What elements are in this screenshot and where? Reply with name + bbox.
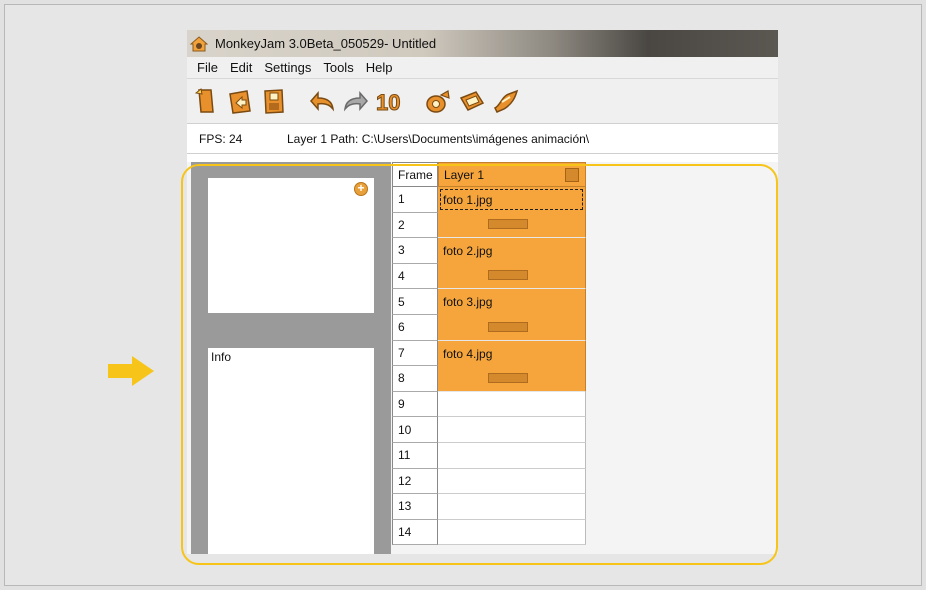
menu-edit[interactable]: Edit: [224, 60, 258, 75]
camera-capture-icon: [426, 90, 450, 113]
highlight-outline: [181, 164, 778, 565]
window-title: MonkeyJam 3.0Beta_050529- Untitled: [215, 36, 437, 51]
undo-button[interactable]: [307, 86, 337, 116]
fps-label: FPS: 24: [199, 131, 243, 146]
menu-file[interactable]: File: [191, 60, 224, 75]
menu-help[interactable]: Help: [360, 60, 399, 75]
save-file-icon: [264, 89, 284, 114]
menu-settings[interactable]: Settings: [258, 60, 317, 75]
monkeyjam-app-icon: [190, 36, 208, 52]
undo-icon: [310, 91, 335, 112]
svg-text:10: 10: [376, 90, 400, 115]
ten-frames-icon: 10: [376, 90, 401, 116]
import-image-icon: [459, 91, 485, 111]
redo-button[interactable]: [341, 86, 371, 116]
new-file-icon: [194, 88, 214, 113]
pointer-arrow-icon: [108, 356, 154, 386]
redo-icon: [343, 91, 368, 112]
playback-icon: [493, 89, 519, 113]
menu-bar: File Edit Settings Tools Help: [187, 57, 778, 79]
toolbar: 10: [187, 79, 778, 124]
menu-tools[interactable]: Tools: [317, 60, 359, 75]
title-bar: MonkeyJam 3.0Beta_050529- Untitled: [187, 30, 778, 57]
save-file-button[interactable]: [259, 86, 289, 116]
status-bar: FPS: 24 Layer 1 Path: C:\Users\Documents…: [187, 124, 778, 154]
layer-path-label: Layer 1 Path: C:\Users\Documents\imágene…: [287, 131, 590, 146]
new-file-button[interactable]: [191, 86, 221, 116]
ten-frames-button[interactable]: 10: [375, 86, 405, 116]
playback-button[interactable]: [491, 86, 521, 116]
open-file-icon: [229, 90, 251, 114]
open-file-button[interactable]: [225, 86, 255, 116]
import-image-button[interactable]: [457, 86, 487, 116]
camera-capture-button[interactable]: [423, 86, 453, 116]
